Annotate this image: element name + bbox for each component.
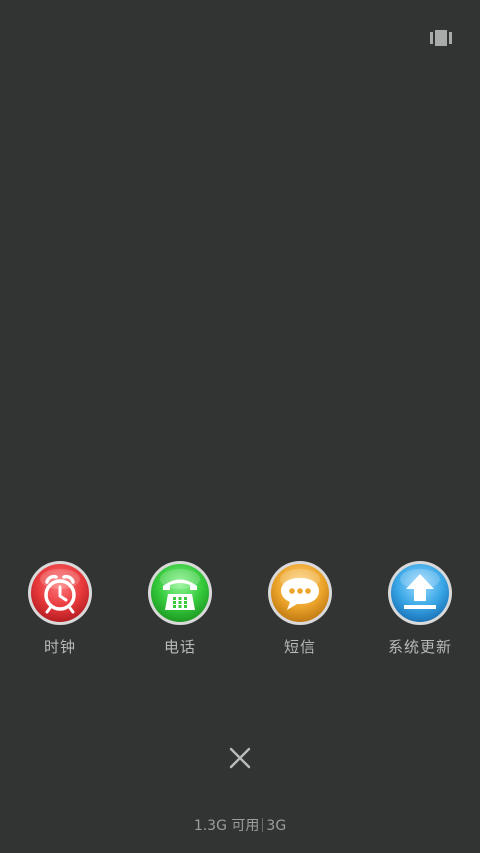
memory-total: 3G [266,818,287,834]
recent-apps-row: 时钟 电话 短信 系统更新 [0,560,480,660]
card-view-icon [430,30,452,46]
app-label: 短信 [283,638,316,656]
memory-status: 1.3G 可用 3G [0,815,480,835]
telephone-icon [148,561,212,625]
view-toggle-button[interactable] [430,29,452,47]
memory-available: 1.3G 可用 [193,818,260,834]
recent-app-messages[interactable]: 短信 [240,560,360,660]
chat-bubble-icon [268,561,332,625]
app-label: 电话 [163,638,196,656]
app-label: 系统更新 [387,638,452,656]
recent-app-system-update[interactable]: 系统更新 [360,560,480,660]
memory-separator [262,818,264,832]
recent-app-clock[interactable]: 时钟 [0,560,120,660]
upload-arrow-icon [388,561,452,625]
app-label: 时钟 [43,638,76,656]
recent-app-phone[interactable]: 电话 [120,560,240,660]
clear-recents-button[interactable] [226,744,254,772]
close-icon [229,747,251,769]
alarm-clock-icon [28,561,92,625]
